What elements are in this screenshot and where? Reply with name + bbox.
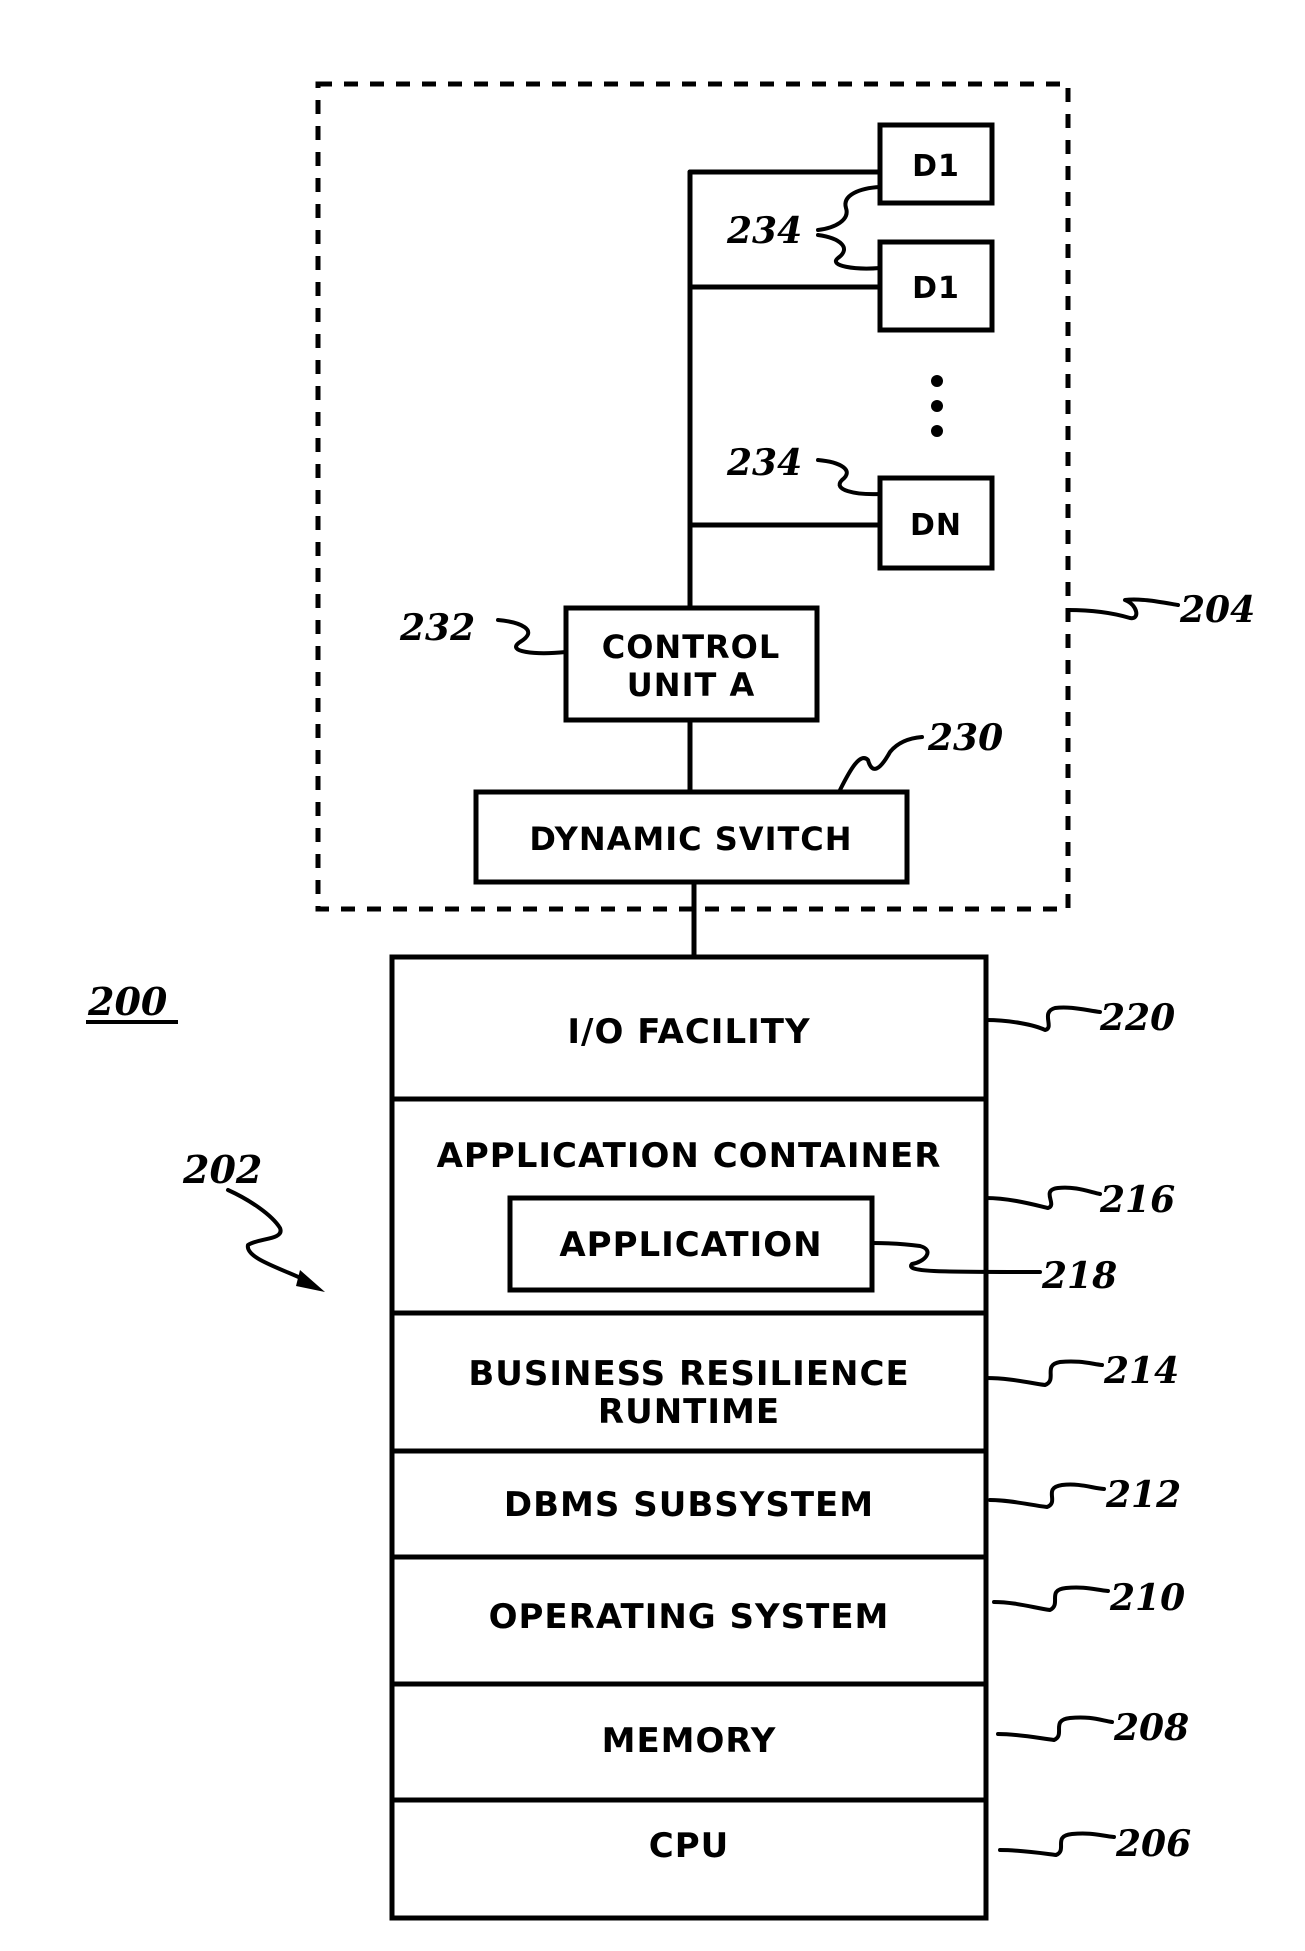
leader-208 <box>996 1715 1114 1742</box>
ref-220: 220 <box>1099 997 1175 1039</box>
ellipsis-dots <box>931 375 943 437</box>
leader-230 <box>838 735 924 792</box>
ref-214: 214 <box>1103 1350 1179 1392</box>
dynamic-switch-label: DYNAMIC SVITCH <box>529 820 852 858</box>
leader-232 <box>496 618 568 656</box>
control-unit-a: CONTROL UNIT A <box>563 605 820 723</box>
system-label-202: 202 <box>182 1147 262 1192</box>
ref-232: 232 <box>399 607 475 649</box>
layer-business-resilience-line1: BUSINESS RESILIENCE <box>468 1354 909 1394</box>
ref-230: 230 <box>927 717 1003 759</box>
application-label: APPLICATION <box>559 1225 822 1265</box>
leader-206 <box>998 1831 1116 1857</box>
dynamic-switch: DYNAMIC SVITCH <box>473 789 910 885</box>
control-unit-line1: CONTROL <box>602 628 781 666</box>
leader-210 <box>992 1585 1110 1612</box>
leader-216 <box>984 1185 1102 1210</box>
system-stack: I/O FACILITY APPLICATION CONTAINER APPLI… <box>389 954 989 1921</box>
leader-204 <box>1066 597 1180 621</box>
figure-number-label: 200 <box>87 979 168 1024</box>
layer-business-resilience-line2: RUNTIME <box>598 1392 780 1432</box>
architecture-diagram: D1 D1 DN 234 234 CONTROL UNIT A 232 DYNA… <box>86 81 1255 1921</box>
control-unit-line2: UNIT A <box>627 666 755 704</box>
ref-216: 216 <box>1099 1179 1175 1221</box>
leader-202 <box>226 1188 307 1282</box>
device-d1-b: D1 <box>877 239 995 333</box>
ref-208: 208 <box>1113 1707 1189 1749</box>
leader-214 <box>984 1359 1104 1387</box>
ref-212: 212 <box>1105 1474 1181 1516</box>
layer-dbms-subsystem: DBMS SUBSYSTEM <box>504 1485 874 1525</box>
leader-234-to-dn <box>816 458 882 497</box>
arrowhead-icon <box>296 1270 325 1292</box>
ref-210: 210 <box>1109 1577 1185 1619</box>
device-label: DN <box>910 508 962 543</box>
layer-operating-system: OPERATING SYSTEM <box>489 1597 890 1637</box>
ref-234-upper: 234 <box>726 210 802 252</box>
ref-206: 206 <box>1115 1823 1191 1865</box>
device-d1-a: D1 <box>877 122 995 206</box>
device-label: D1 <box>912 271 960 306</box>
leader-234-to-d1b <box>816 233 882 271</box>
layer-io-facility: I/O FACILITY <box>567 1012 810 1052</box>
device-label: D1 <box>912 149 960 184</box>
ref-218: 218 <box>1041 1255 1117 1297</box>
layer-application-container: APPLICATION CONTAINER <box>437 1136 942 1176</box>
ref-204: 204 <box>1179 589 1255 631</box>
leader-220 <box>984 1005 1102 1032</box>
device-dn: DN <box>877 475 995 571</box>
leader-212 <box>988 1482 1106 1509</box>
layer-cpu: CPU <box>649 1826 729 1866</box>
ref-234-lower: 234 <box>726 442 802 484</box>
leader-234-to-d1a <box>816 185 882 232</box>
layer-memory: MEMORY <box>602 1721 777 1761</box>
